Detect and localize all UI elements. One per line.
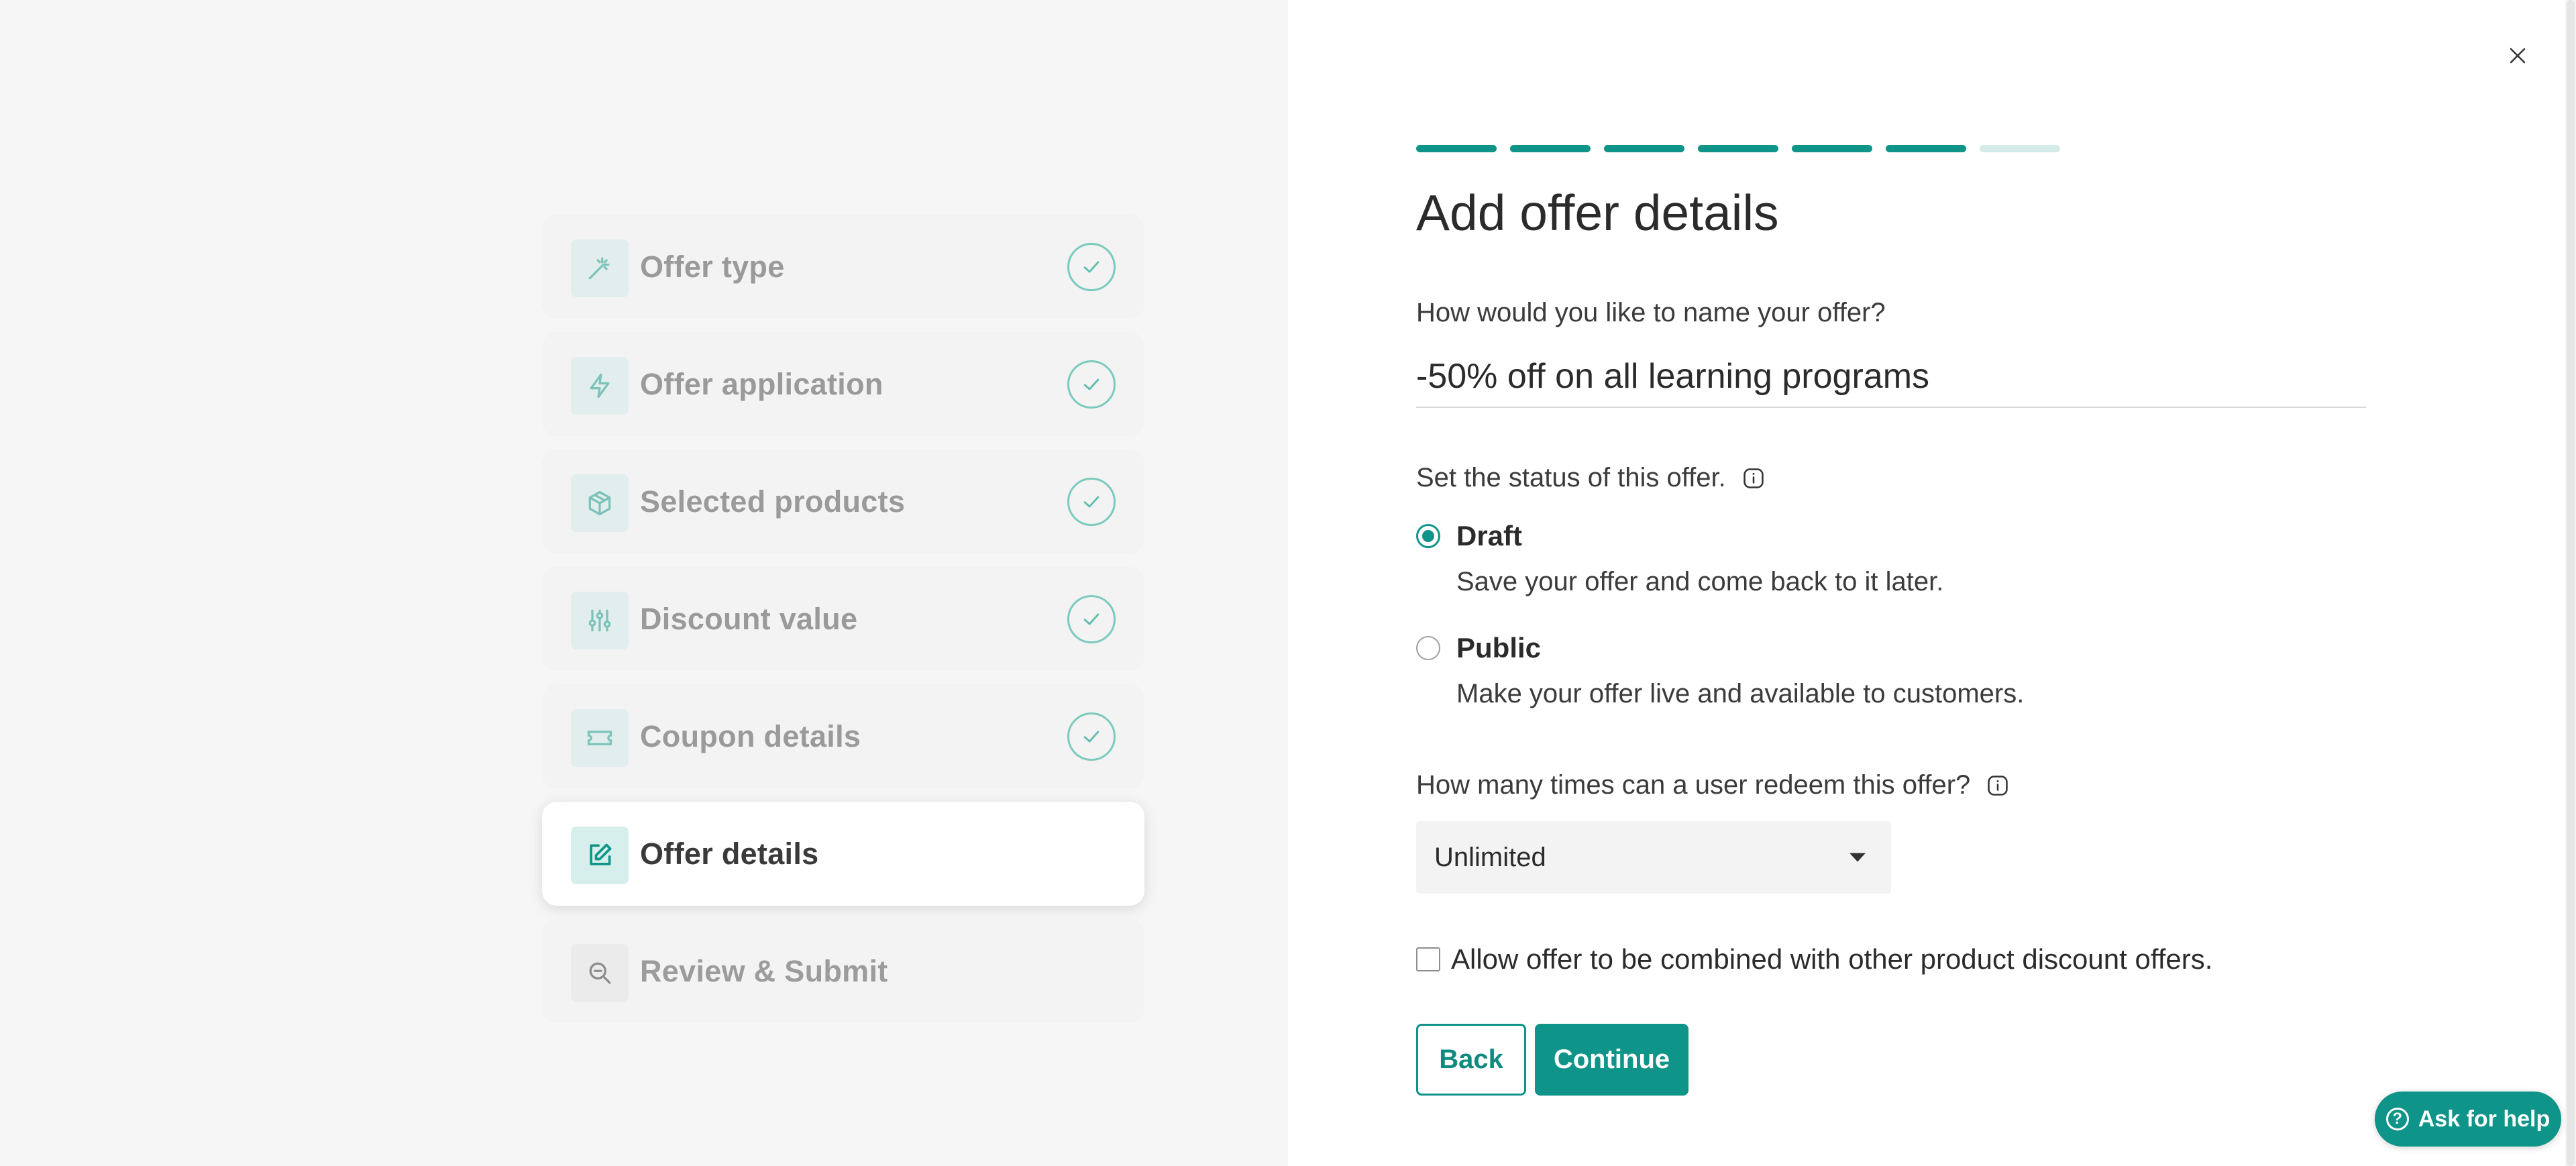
step-offer-details[interactable]: Offer details [542,802,1144,906]
check-circle-icon [1067,360,1116,409]
combine-offers-checkbox[interactable] [1416,947,1440,971]
radio-public[interactable] [1416,636,1440,660]
lightning-icon [571,357,629,415]
close-icon [2510,48,2526,64]
status-label-row: Set the status of this offer. [1416,463,1766,493]
radio-option-draft[interactable]: Draft Save your offer and come back to i… [1416,520,1943,597]
check-circle-icon [1067,712,1116,761]
radio-title: Public [1456,632,1542,664]
radio-title: Draft [1456,520,1523,551]
offer-name-input[interactable] [1416,346,2366,408]
radio-description: Save your offer and come back to it late… [1456,567,1944,596]
caret-down-icon [1849,853,1866,862]
progress-segment [1604,145,1684,152]
step-label: Offer details [640,836,819,871]
step-offer-application[interactable]: Offer application [542,332,1144,436]
check-circle-icon [1067,477,1116,526]
name-question: How would you like to name your offer? [1416,298,1886,327]
progress-segment [1698,145,1778,152]
progress-segment [1886,145,1966,152]
select-value: Unlimited [1434,842,1546,872]
search-zoom-icon [571,944,629,1002]
step-label: Offer application [640,366,883,401]
scrollbar-thumb[interactable] [2567,0,2575,1166]
page-title: Add offer details [1416,184,1779,241]
progress-segment [1980,145,2060,152]
radio-description: Make your offer live and available to cu… [1456,679,2025,708]
back-button[interactable]: Back [1416,1024,1526,1096]
step-label: Review & Submit [640,953,888,988]
help-label: Ask for help [2418,1106,2551,1132]
checkbox-label: Allow offer to be combined with other pr… [1451,943,2213,975]
step-coupon-details[interactable]: Coupon details [542,684,1144,788]
step-label: Selected products [640,484,906,519]
form-panel: Add offer details How would you like to … [1288,0,2576,1166]
close-button[interactable] [2504,42,2532,70]
progress-segment [1792,145,1872,152]
redeem-question-row: How many times can a user redeem this of… [1416,770,2010,800]
progress-segment [1416,145,1497,152]
step-label: Discount value [640,601,858,636]
redeem-limit-select[interactable]: Unlimited [1416,821,1891,894]
scrollbar[interactable] [2565,0,2576,1166]
box-icon [571,474,629,532]
step-list: Offer type Offer application Selected pr… [542,215,1144,1037]
step-selected-products[interactable]: Selected products [542,449,1144,553]
ask-for-help-button[interactable]: ? Ask for help [2375,1092,2561,1147]
progress-segment [1510,145,1591,152]
magic-wand-icon [571,240,629,297]
progress-bar [1416,145,2060,152]
continue-button[interactable]: Continue [1535,1024,1688,1096]
info-icon[interactable] [1985,773,2010,798]
radio-draft[interactable] [1416,524,1440,548]
question-circle-icon: ? [2385,1108,2409,1130]
step-label: Offer type [640,249,785,284]
info-icon[interactable] [1741,466,1766,491]
ticket-icon [571,709,629,767]
check-circle-icon [1067,242,1116,291]
redeem-question: How many times can a user redeem this of… [1416,770,1971,800]
edit-icon [571,827,629,884]
combine-offers-row[interactable]: Allow offer to be combined with other pr… [1416,943,2212,975]
step-discount-value[interactable]: Discount value [542,567,1144,671]
step-label: Coupon details [640,719,861,753]
step-offer-type[interactable]: Offer type [542,215,1144,319]
step-review-submit[interactable]: Review & Submit [542,919,1144,1023]
status-label: Set the status of this offer. [1416,463,1726,492]
check-circle-icon [1067,594,1116,643]
sliders-icon [571,592,629,649]
radio-option-public[interactable]: Public Make your offer live and availabl… [1416,632,2024,709]
steps-panel: Offer type Offer application Selected pr… [0,0,1288,1166]
